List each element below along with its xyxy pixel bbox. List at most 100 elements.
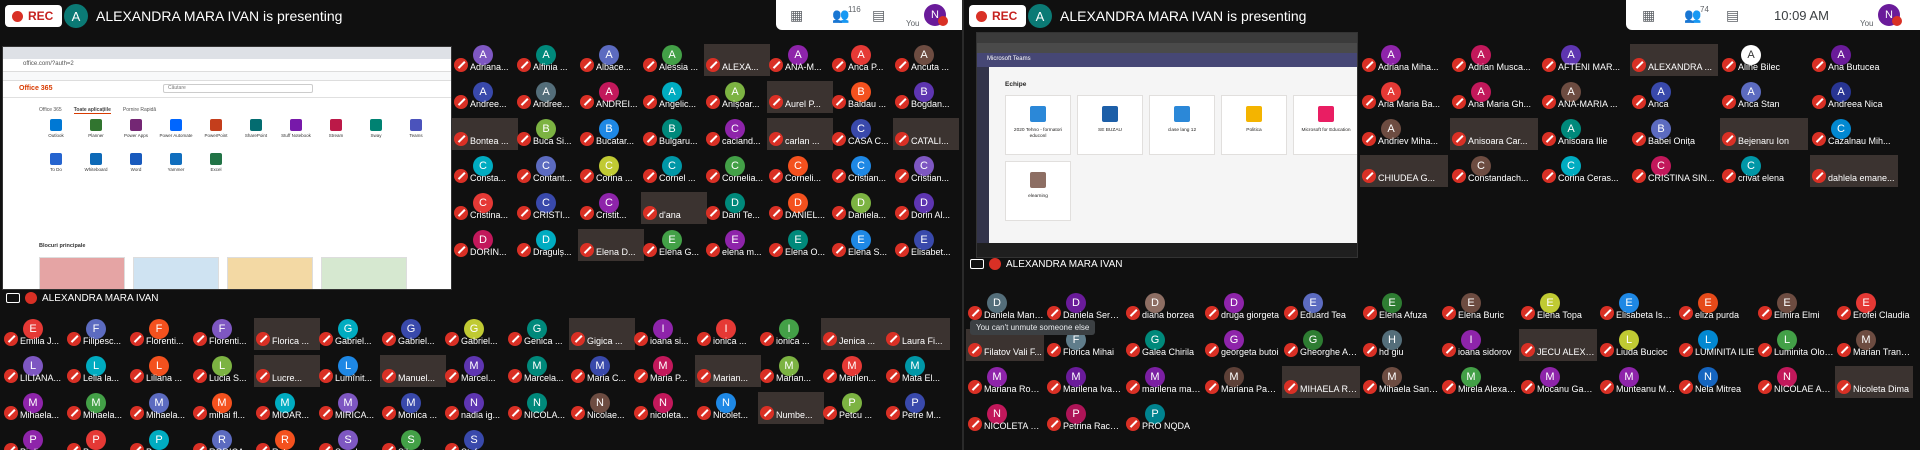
participant-tile[interactable]: Ddahlela emane...	[1810, 155, 1898, 187]
participant-tile[interactable]: M MIOAR...	[254, 392, 320, 424]
participant-tile[interactable]: M Mariana Panc...	[1203, 366, 1281, 398]
participant-tile[interactable]: B Bucatar...	[578, 118, 644, 150]
participant-tile[interactable]: A ANA-MARIA ...	[1540, 81, 1628, 113]
chat-icon[interactable]: ▤	[1726, 7, 1739, 24]
participant-tile[interactable]: A Anisoara Ilie	[1540, 118, 1628, 150]
participant-tile[interactable]: P Petre M...	[884, 392, 950, 424]
participant-tile[interactable]: Eeliza purda	[1677, 292, 1755, 324]
participant-tile[interactable]: SScoala ...	[317, 429, 383, 450]
participant-tile[interactable]: M Maria C...	[569, 355, 635, 387]
participant-tile[interactable]: G Gheorghe An...	[1282, 329, 1360, 361]
participant-tile[interactable]: G Gabriel...	[317, 318, 383, 350]
participant-tile[interactable]: A Adrian Musca...	[1450, 44, 1538, 76]
participant-tile[interactable]: D Dragulș...	[515, 229, 581, 261]
chat-icon[interactable]: ▤	[872, 7, 885, 24]
participant-tile[interactable]: A Anca P...	[830, 44, 896, 76]
participant-tile[interactable]: B Babei Onița	[1630, 118, 1718, 150]
participant-tile[interactable]: SStefan ...	[443, 429, 509, 450]
participant-tile[interactable]: E Erofei Claudia	[1835, 292, 1913, 324]
participant-tile[interactable]: CCATALI...	[893, 118, 959, 150]
participant-tile[interactable]: M Mata El...	[884, 355, 950, 387]
participant-tile[interactable]: NNICOLETA GR...	[966, 403, 1044, 435]
participant-tile[interactable]: N NICOLAE ARI...	[1756, 366, 1834, 398]
participant-tile[interactable]: E Emilia J...	[2, 318, 68, 350]
participant-tile[interactable]: N Nicolae...	[569, 392, 635, 424]
participant-tile[interactable]: RRotaru ...	[254, 429, 320, 450]
participant-tile[interactable]: Nnadia ig...	[443, 392, 509, 424]
participant-tile[interactable]: P Petcu ...	[821, 392, 887, 424]
grid-view-icon[interactable]: ▦	[790, 7, 803, 24]
participant-tile[interactable]: E Elena Topa	[1519, 292, 1597, 324]
participant-tile[interactable]: C Cristit...	[578, 192, 644, 224]
participant-tile[interactable]: A AFTENI MAR...	[1540, 44, 1628, 76]
participant-tile[interactable]: F Florenti...	[128, 318, 194, 350]
participant-tile[interactable]: A Ana Maria Gh...	[1450, 81, 1538, 113]
participant-tile[interactable]: Eelena m...	[704, 229, 770, 261]
participant-tile[interactable]: A Andriev Miha...	[1360, 118, 1448, 150]
participant-tile[interactable]: M Marian Tranul...	[1835, 329, 1913, 361]
participant-tile[interactable]: E Elisabeta Isaev	[1598, 292, 1676, 324]
participant-tile[interactable]: E Elisabet...	[893, 229, 959, 261]
participant-tile[interactable]: F Florenti...	[191, 318, 257, 350]
participant-tile[interactable]: C Corina Ceras...	[1540, 155, 1628, 187]
participant-tile[interactable]: A Alfinia ...	[515, 44, 581, 76]
participant-tile[interactable]: P PRO NQDA	[1124, 403, 1202, 435]
participant-tile[interactable]: L Liliana ...	[128, 355, 194, 387]
participant-tile[interactable]: SSilvest...	[380, 429, 446, 450]
participant-tile[interactable]: A Ancuta ...	[893, 44, 959, 76]
participant-tile[interactable]: L LILIANA...	[2, 355, 68, 387]
participant-tile[interactable]: Ccarlan ...	[767, 118, 833, 150]
participant-tile[interactable]: Iioana si...	[632, 318, 698, 350]
participant-tile[interactable]: A Ana Butucea	[1810, 44, 1898, 76]
participant-tile[interactable]: Nnicoleta...	[632, 392, 698, 424]
participant-tile[interactable]: G Genica ...	[506, 318, 572, 350]
participant-tile[interactable]: A Aria Maria Ba...	[1360, 81, 1448, 113]
participant-tile[interactable]: E Elena G...	[641, 229, 707, 261]
participant-tile[interactable]: JJECU ALEXA...	[1519, 329, 1597, 361]
participant-tile[interactable]: Iioana sidorov	[1440, 329, 1518, 361]
participant-tile[interactable]: M Mocanu Gabr...	[1519, 366, 1597, 398]
participant-tile[interactable]: M MIRICA...	[317, 392, 383, 424]
participant-tile[interactable]: A Angelic...	[641, 81, 707, 113]
participant-tile[interactable]: D Daniela...	[830, 192, 896, 224]
participant-tile[interactable]: GGigica ...	[569, 318, 635, 350]
participant-tile[interactable]: MMIHAELA RO...	[1282, 366, 1360, 398]
participant-tile[interactable]: D DORIN...	[452, 229, 518, 261]
participant-tile[interactable]: Hhd giu	[1361, 329, 1439, 361]
participant-tile[interactable]: A Albace...	[578, 44, 644, 76]
participant-tile[interactable]: C Corina ...	[578, 155, 644, 187]
participant-tile[interactable]: Ccrivat elena	[1720, 155, 1808, 187]
participant-tile[interactable]: Ddruga giorgeta	[1203, 292, 1281, 324]
participant-tile[interactable]: L Lelia la...	[65, 355, 131, 387]
participant-tile[interactable]: M Marilena Ivan...	[1045, 366, 1123, 398]
participant-tile[interactable]: EElena D...	[578, 229, 644, 261]
participant-tile[interactable]: A Alessia ...	[641, 44, 707, 76]
participant-tile[interactable]: C Cazalnau Mih...	[1810, 118, 1898, 150]
participant-tile[interactable]: Iionica ...	[695, 318, 761, 350]
participant-tile[interactable]: G Gabriel...	[443, 318, 509, 350]
participant-tile[interactable]: A Adriana...	[452, 44, 518, 76]
participant-tile[interactable]: A Andreea Nica	[1810, 81, 1898, 113]
participant-tile[interactable]: M Mihaela...	[65, 392, 131, 424]
participant-tile[interactable]: C Cristian...	[893, 155, 959, 187]
participant-tile[interactable]: M Mariana Rom...	[966, 366, 1044, 398]
participant-tile[interactable]: CCHIUDEA G...	[1360, 155, 1448, 187]
participant-tile[interactable]: A ANDREI...	[578, 81, 644, 113]
participant-tile[interactable]: C Contant...	[515, 155, 581, 187]
participant-tile[interactable]: FFlorica ...	[254, 318, 320, 350]
participant-tile[interactable]: M Mihaela...	[128, 392, 194, 424]
participant-tile[interactable]: C CRISTI...	[515, 192, 581, 224]
participant-tile[interactable]: B Buca Si...	[515, 118, 581, 150]
participant-tile[interactable]: C Constandach...	[1450, 155, 1538, 187]
participant-tile[interactable]: D Dorin Al...	[893, 192, 959, 224]
participant-tile[interactable]: RRODICA...	[191, 429, 257, 450]
participant-tile[interactable]: AAnisoara Car...	[1450, 118, 1538, 150]
participant-tile[interactable]: C Consta...	[452, 155, 518, 187]
participant-tile[interactable]: AAurel P...	[767, 81, 833, 113]
participant-tile[interactable]: F Filipesc...	[65, 318, 131, 350]
participant-tile[interactable]: C Cristian...	[830, 155, 896, 187]
participant-tile[interactable]: N Nicolet...	[695, 392, 761, 424]
participant-tile[interactable]: PPogurs...	[65, 429, 131, 450]
participant-tile[interactable]: B Bogdan...	[893, 81, 959, 113]
participant-tile[interactable]: LLaura Fi...	[884, 318, 950, 350]
